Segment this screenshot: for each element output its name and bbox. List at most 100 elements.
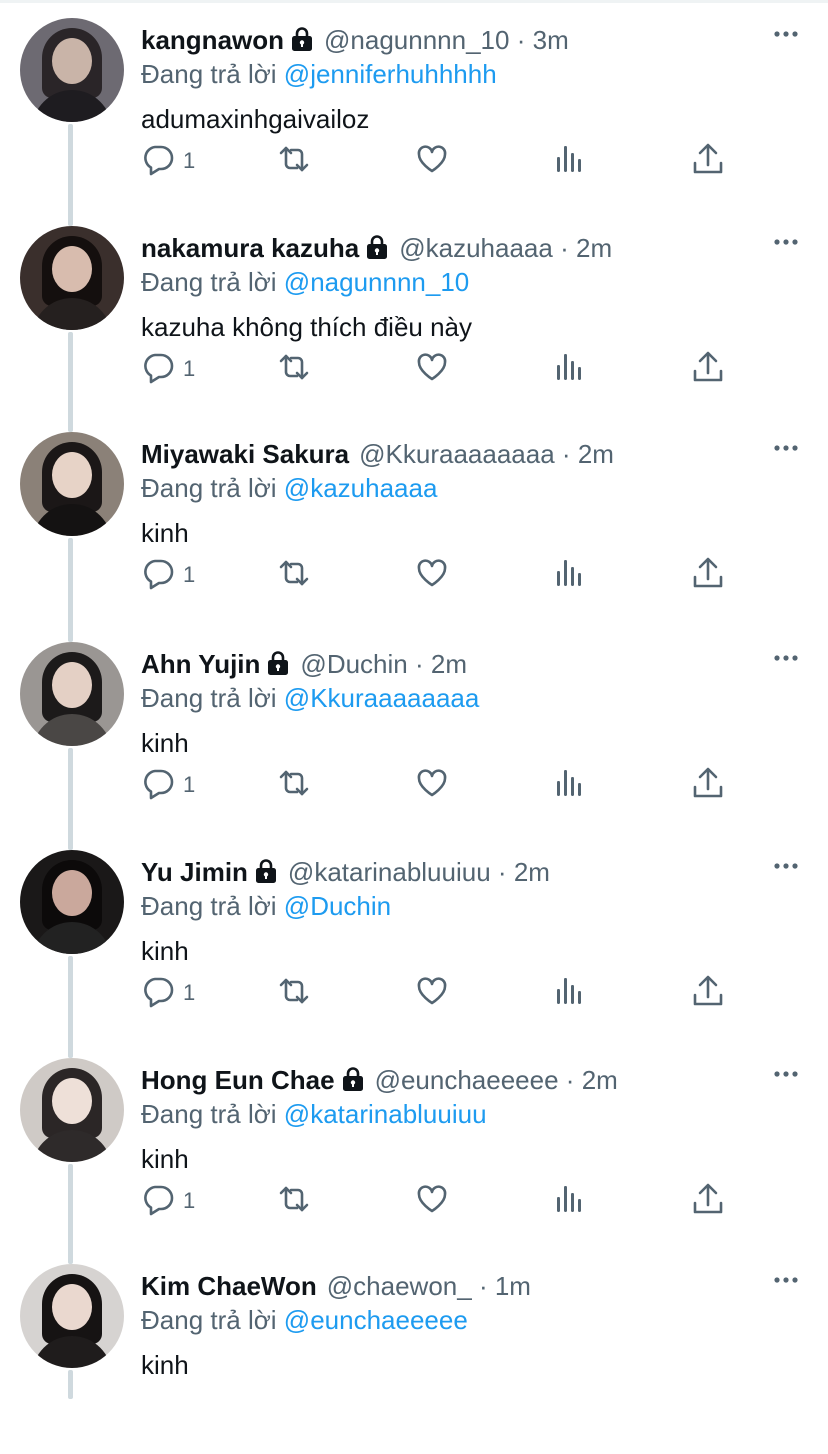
avatar[interactable] <box>20 226 124 330</box>
timestamp[interactable]: 2m <box>576 233 612 263</box>
views-button[interactable] <box>553 975 587 1011</box>
timestamp[interactable]: 2m <box>431 649 467 679</box>
avatar[interactable] <box>20 432 124 536</box>
reply-button[interactable]: 1 <box>141 143 195 179</box>
replying-to-mention[interactable]: @Kkuraaaaaaaa <box>284 683 480 713</box>
replying-to-label: Đang trả lời <box>141 59 277 89</box>
retweet-button[interactable] <box>277 351 311 387</box>
retweet-icon <box>277 350 311 389</box>
retweet-button[interactable] <box>277 143 311 179</box>
more-icon[interactable] <box>772 228 800 256</box>
share-button[interactable] <box>691 351 725 387</box>
replying-to-label: Đang trả lời <box>141 267 277 297</box>
share-button[interactable] <box>691 557 725 593</box>
display-name[interactable]: nakamura kazuha <box>141 233 359 263</box>
like-button[interactable] <box>415 975 449 1011</box>
tweet-reply[interactable]: Hong Eun Chae @eunchaeeeee · 2m Đang trả … <box>0 1040 828 1264</box>
like-button[interactable] <box>415 767 449 803</box>
lock-icon <box>266 649 290 675</box>
share-icon <box>691 974 725 1013</box>
tweet-reply[interactable]: Miyawaki Sakura @Kkuraaaaaaaa · 2m Đang t… <box>0 414 828 642</box>
username-handle[interactable]: @chaewon_ <box>327 1271 472 1301</box>
replying-to-mention[interactable]: @eunchaeeeee <box>284 1305 468 1335</box>
username-handle[interactable]: @kazuhaaaa <box>399 233 553 263</box>
tweet-reply[interactable]: Kim ChaeWon @chaewon_ · 1m Đang trả lời @… <box>0 1246 828 1454</box>
reply-button[interactable]: 1 <box>141 557 195 593</box>
display-name[interactable]: Miyawaki Sakura <box>141 439 349 469</box>
username-handle[interactable]: @Duchin <box>300 649 407 679</box>
timestamp[interactable]: 3m <box>533 25 569 55</box>
action-bar: 1 <box>141 557 741 593</box>
avatar[interactable] <box>20 850 124 954</box>
username-handle[interactable]: @katarinabluuiuu <box>288 857 491 887</box>
like-button[interactable] <box>415 557 449 593</box>
timestamp[interactable]: 2m <box>578 439 614 469</box>
more-icon[interactable] <box>772 852 800 880</box>
tweet-text: kinh <box>141 518 189 548</box>
retweet-icon <box>277 766 311 805</box>
replying-to-mention[interactable]: @Duchin <box>284 891 391 921</box>
reply-button[interactable]: 1 <box>141 767 195 803</box>
more-icon[interactable] <box>772 644 800 672</box>
retweet-button[interactable] <box>277 767 311 803</box>
display-name[interactable]: Kim ChaeWon <box>141 1271 317 1301</box>
retweet-icon <box>277 974 311 1013</box>
more-icon[interactable] <box>772 20 800 48</box>
views-button[interactable] <box>553 557 587 593</box>
share-button[interactable] <box>691 975 725 1011</box>
retweet-button[interactable] <box>277 1183 311 1219</box>
views-button[interactable] <box>553 767 587 803</box>
like-icon <box>415 556 449 595</box>
share-button[interactable] <box>691 143 725 179</box>
replying-to-mention[interactable]: @nagunnnn_10 <box>284 267 469 297</box>
avatar[interactable] <box>20 18 124 122</box>
reply-button[interactable]: 1 <box>141 1183 195 1219</box>
username-handle[interactable]: @nagunnnn_10 <box>324 25 509 55</box>
avatar[interactable] <box>20 642 124 746</box>
tweet-text: kinh <box>141 1144 189 1174</box>
timestamp[interactable]: 2m <box>514 857 550 887</box>
tweet-reply[interactable]: Yu Jimin @katarinabluuiuu · 2m Đang trả l… <box>0 832 828 1058</box>
like-button[interactable] <box>415 143 449 179</box>
more-icon[interactable] <box>772 1266 800 1294</box>
timestamp[interactable]: 1m <box>495 1271 531 1301</box>
retweet-button[interactable] <box>277 557 311 593</box>
more-icon[interactable] <box>772 1060 800 1088</box>
share-button[interactable] <box>691 1183 725 1219</box>
views-icon <box>553 556 587 595</box>
more-icon[interactable] <box>772 434 800 462</box>
separator-dot: · <box>565 1065 575 1095</box>
display-name[interactable]: Yu Jimin <box>141 857 248 887</box>
tweet-reply[interactable]: nakamura kazuha @kazuhaaaa · 2m Đang trả … <box>0 208 828 432</box>
avatar[interactable] <box>20 1264 124 1368</box>
username-handle[interactable]: @Kkuraaaaaaaa <box>359 439 555 469</box>
lock-icon <box>341 1065 365 1091</box>
tweet-text: kinh <box>141 1350 189 1380</box>
reply-count: 1 <box>183 772 196 797</box>
like-button[interactable] <box>415 351 449 387</box>
replying-to-mention[interactable]: @katarinabluuiuu <box>284 1099 487 1129</box>
replying-to-label: Đang trả lời <box>141 683 277 713</box>
views-button[interactable] <box>553 351 587 387</box>
replying-to-mention[interactable]: @kazuhaaaa <box>284 473 438 503</box>
reply-button[interactable]: 1 <box>141 351 195 387</box>
views-button[interactable] <box>553 1183 587 1219</box>
lock-icon <box>254 857 278 883</box>
timestamp[interactable]: 2m <box>582 1065 618 1095</box>
separator-dot: · <box>561 439 571 469</box>
display-name[interactable]: Ahn Yujin <box>141 649 260 679</box>
tweet-header: Yu Jimin @katarinabluuiuu · 2m <box>141 854 550 890</box>
display-name[interactable]: kangnawon <box>141 25 284 55</box>
share-button[interactable] <box>691 767 725 803</box>
retweet-button[interactable] <box>277 975 311 1011</box>
tweet-reply[interactable]: Ahn Yujin @Duchin · 2m Đang trả lời @Kkur… <box>0 624 828 850</box>
share-icon <box>691 556 725 595</box>
reply-button[interactable]: 1 <box>141 975 195 1011</box>
tweet-reply[interactable]: kangnawon @nagunnnn_10 · 3m Đang trả lời … <box>0 0 828 226</box>
username-handle[interactable]: @eunchaeeeee <box>375 1065 559 1095</box>
display-name[interactable]: Hong Eun Chae <box>141 1065 335 1095</box>
like-button[interactable] <box>415 1183 449 1219</box>
replying-to-mention[interactable]: @jenniferhuhhhhh <box>284 59 497 89</box>
avatar[interactable] <box>20 1058 124 1162</box>
views-button[interactable] <box>553 143 587 179</box>
